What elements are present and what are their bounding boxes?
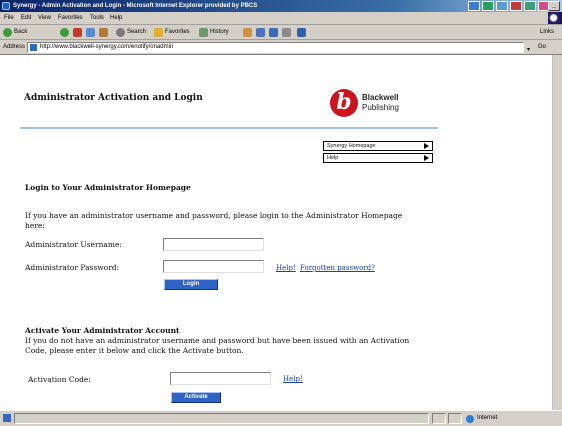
username-field[interactable]	[163, 238, 264, 251]
tray-icon	[524, 1, 536, 11]
status-cell	[448, 413, 462, 424]
help-label: Help	[327, 155, 339, 161]
search-icon[interactable]	[116, 28, 125, 37]
windows-throbber-icon	[548, 12, 562, 24]
activation-help-link[interactable]: Help!	[283, 375, 303, 383]
mail-icon[interactable]	[243, 28, 252, 37]
favorites-button[interactable]: Favorites	[165, 25, 190, 39]
address-label: Address	[3, 44, 26, 50]
security-zone: Internet	[477, 415, 498, 421]
back-arrow-icon[interactable]	[3, 28, 12, 37]
window-title: Synergy - Admin Activation and Login - M…	[13, 3, 258, 9]
history-button[interactable]: History	[210, 25, 229, 39]
page-title: Administrator Activation and Login	[24, 93, 203, 103]
links-label[interactable]: Links	[540, 25, 554, 39]
activation-code-label: Activation Code:	[28, 375, 91, 384]
page-content: Administrator Activation and Login b Bla…	[0, 55, 552, 410]
help-select[interactable]: Help	[323, 153, 433, 163]
history-icon[interactable]	[199, 28, 208, 37]
stop-icon[interactable]	[73, 28, 82, 37]
toolbar: Back Search Favorites History Links	[0, 25, 562, 40]
arrow-right-icon	[424, 155, 429, 161]
activation-code-field[interactable]	[170, 372, 271, 385]
minimize-button[interactable]: _	[548, 1, 560, 11]
search-button[interactable]: Search	[127, 25, 146, 39]
login-intro: If you have an administrator username an…	[25, 211, 403, 230]
menu-favorites[interactable]: Favorites	[58, 12, 83, 24]
username-label: Administrator Username:	[25, 240, 122, 249]
status-bar: Internet	[0, 410, 562, 426]
activate-heading: Activate Your Administrator Account	[25, 326, 180, 335]
discuss-icon[interactable]	[282, 28, 291, 37]
arrow-right-icon	[424, 143, 429, 149]
address-bar: Address http://www.blackwell-synergy.com…	[0, 40, 562, 55]
favorites-icon[interactable]	[154, 28, 163, 37]
login-button[interactable]: Login	[164, 279, 218, 290]
menu-tools[interactable]: Tools	[90, 12, 104, 24]
page-icon	[30, 44, 37, 51]
tray-icon	[482, 1, 494, 11]
tray-icon	[468, 1, 480, 11]
blackwell-logo-text: Blackwell Publishing	[362, 93, 399, 113]
status-text-cell	[14, 413, 429, 424]
status-cell	[432, 413, 446, 424]
menu-view[interactable]: View	[38, 12, 51, 24]
menu-bar: File Edit View Favorites Tools Help	[0, 12, 562, 25]
menu-edit[interactable]: Edit	[21, 12, 31, 24]
back-button[interactable]: Back	[14, 25, 27, 39]
activate-button[interactable]: Activate	[171, 392, 221, 403]
forgotten-password-link[interactable]: Forgotten password?	[300, 264, 375, 272]
menu-file[interactable]: File	[4, 12, 14, 24]
logo-line-2: Publishing	[362, 103, 399, 112]
print-icon[interactable]	[256, 28, 265, 37]
messenger-icon[interactable]	[297, 28, 306, 37]
home-icon[interactable]	[99, 28, 108, 37]
activate-intro: If you do not have an administrator user…	[25, 336, 410, 355]
login-help-link[interactable]: Help!	[276, 264, 296, 272]
login-heading: Login to Your Administrator Homepage	[25, 183, 191, 192]
globe-icon	[466, 415, 474, 423]
synergy-homepage-label: Synergy Homepage	[327, 143, 376, 149]
page-icon	[3, 414, 11, 422]
vertical-scrollbar[interactable]	[552, 55, 562, 410]
tray-icon	[510, 1, 522, 11]
menu-help[interactable]: Help	[110, 12, 122, 24]
tray-icon	[496, 1, 508, 11]
go-button[interactable]: Go	[538, 40, 546, 54]
synergy-homepage-select[interactable]: Synergy Homepage	[323, 141, 433, 151]
ie-icon	[2, 2, 10, 10]
password-field[interactable]	[163, 260, 264, 273]
chevron-down-icon[interactable]: ▾	[527, 43, 530, 54]
blackwell-logo-icon: b	[330, 89, 358, 117]
password-label: Administrator Password:	[25, 263, 120, 272]
forward-arrow-icon[interactable]	[60, 28, 69, 37]
logo-line-1: Blackwell	[362, 93, 399, 102]
title-bar: Synergy - Admin Activation and Login - M…	[0, 0, 562, 12]
address-url[interactable]: http://www.blackwell-synergy.com/enotify…	[40, 43, 173, 52]
header-divider	[20, 127, 438, 129]
refresh-icon[interactable]	[86, 28, 95, 37]
address-input[interactable]: http://www.blackwell-synergy.com/enotify…	[27, 42, 524, 53]
edit-icon[interactable]	[269, 28, 278, 37]
